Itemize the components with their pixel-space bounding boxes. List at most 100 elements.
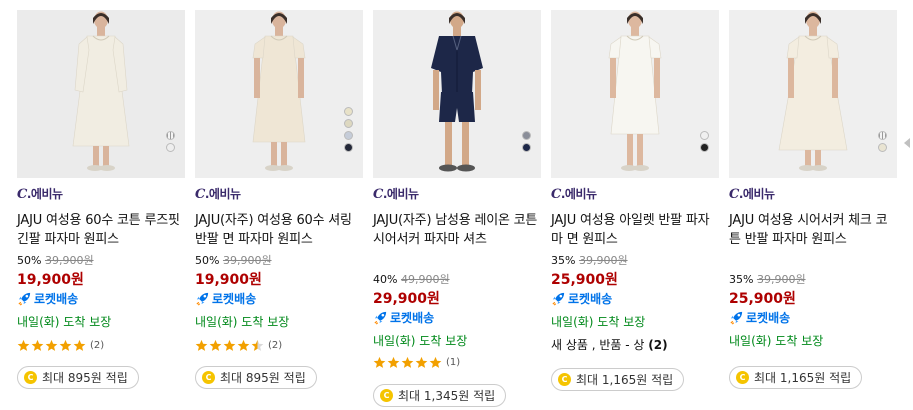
product-title[interactable]: JAJU(자주) 여성용 60수 셔링 반팔 면 파자마 원피스	[195, 211, 363, 249]
brand-logo: C.에비뉴	[729, 187, 775, 202]
discount-rate: 40%	[373, 273, 398, 286]
product-title[interactable]: JAJU 여성용 60수 코튼 루즈핏 긴팔 파자마 원피스	[17, 211, 185, 249]
rocket-icon	[729, 310, 744, 325]
discount-rate: 35%	[729, 273, 754, 286]
review-count: (1)	[446, 357, 461, 368]
carousel-prev-arrow-icon[interactable]	[904, 138, 910, 148]
color-swatch[interactable]	[522, 131, 531, 140]
product-photo	[778, 11, 848, 171]
star-icon	[237, 339, 250, 351]
product-card[interactable]: C.에비뉴 JAJU(자주) 여성용 60수 셔링 반팔 면 파자마 원피스 5…	[195, 0, 365, 410]
product-card[interactable]: C.에비뉴 JAJU(자주) 남성용 레이온 코튼 시어서커 파자마 셔츠 40…	[373, 0, 543, 410]
rocket-delivery-badge: 로켓배송	[551, 290, 612, 307]
sale-price: 19,900원	[17, 272, 84, 288]
color-swatch[interactable]	[700, 143, 709, 152]
rocket-icon	[195, 291, 210, 306]
color-swatch[interactable]	[878, 143, 887, 152]
discount-rate: 35%	[551, 254, 576, 267]
rocket-delivery-badge: 로켓배송	[373, 309, 434, 326]
star-icon	[195, 339, 208, 351]
sale-price: 25,900원	[551, 272, 618, 288]
coin-icon: C	[24, 371, 37, 384]
reward-badge: C 최대 895원 적립	[17, 366, 139, 389]
product-image[interactable]	[373, 10, 541, 178]
color-swatch[interactable]	[166, 131, 175, 140]
original-price: 39,900원	[578, 254, 628, 267]
coin-icon: C	[380, 389, 393, 402]
star-icon	[373, 356, 386, 368]
coin-icon: C	[558, 373, 571, 386]
product-grid: C.에비뉴 JAJU 여성용 60수 코튼 루즈핏 긴팔 파자마 원피스 50%…	[0, 0, 913, 410]
product-photo	[72, 11, 130, 171]
sale-price: 19,900원	[195, 272, 262, 288]
reward-badge: C 최대 1,165원 적립	[729, 366, 863, 389]
color-swatch[interactable]	[522, 143, 531, 152]
discount-line: 40% 49,900원	[373, 271, 450, 287]
discount-rate: 50%	[195, 254, 220, 267]
star-icon	[251, 339, 264, 351]
star-icon	[223, 339, 236, 351]
brand-logo: C.에비뉴	[17, 187, 63, 202]
rocket-icon	[373, 310, 388, 325]
color-swatch[interactable]	[344, 143, 353, 152]
star-icon	[45, 339, 58, 351]
original-price: 39,900원	[222, 254, 272, 267]
color-swatches[interactable]	[344, 107, 353, 152]
rocket-delivery-badge: 로켓배송	[195, 290, 256, 307]
product-title[interactable]: JAJU 여성용 아일렛 반팔 파자마 면 원피스	[551, 211, 719, 249]
rocket-delivery-badge: 로켓배송	[729, 309, 790, 326]
brand-logo: C.에비뉴	[373, 187, 419, 202]
star-icon	[387, 356, 400, 368]
star-icon	[429, 356, 442, 368]
discount-line: 35% 39,900원	[729, 271, 806, 287]
arrival-guarantee: 내일(화) 도착 보장	[373, 334, 468, 348]
color-swatch[interactable]	[700, 131, 709, 140]
product-photo	[608, 11, 662, 171]
original-price: 39,900원	[756, 273, 806, 286]
review-count: (2)	[268, 340, 283, 351]
rocket-delivery-badge: 로켓배송	[17, 290, 78, 307]
reward-badge: C 최대 1,345원 적립	[373, 384, 507, 407]
product-image[interactable]	[729, 10, 897, 178]
used-item-info[interactable]: 새 상품 , 반품 - 상 (2)	[551, 336, 668, 353]
product-image[interactable]	[17, 10, 185, 178]
arrival-guarantee: 내일(화) 도착 보장	[729, 334, 824, 348]
brand-logo: C.에비뉴	[551, 187, 597, 202]
product-card[interactable]: C.에비뉴 JAJU 여성용 아일렛 반팔 파자마 면 원피스 35% 39,9…	[551, 0, 721, 410]
star-icon	[17, 339, 30, 351]
color-swatches[interactable]	[878, 131, 887, 152]
discount-line: 50% 39,900원	[17, 252, 94, 268]
arrival-guarantee: 내일(화) 도착 보장	[551, 315, 646, 329]
color-swatch[interactable]	[166, 143, 175, 152]
reward-badge: C 최대 895원 적립	[195, 366, 317, 389]
product-title[interactable]: JAJU 여성용 시어서커 체크 코튼 반팔 파자마 원피스	[729, 211, 897, 249]
product-card[interactable]: C.에비뉴 JAJU 여성용 시어서커 체크 코튼 반팔 파자마 원피스 35%…	[729, 0, 899, 410]
discount-rate: 50%	[17, 254, 42, 267]
coin-icon: C	[736, 371, 749, 384]
review-count: (2)	[90, 340, 105, 351]
arrival-guarantee: 내일(화) 도착 보장	[195, 315, 290, 329]
rating: (2)	[17, 339, 104, 352]
star-icon	[31, 339, 44, 351]
color-swatch[interactable]	[344, 119, 353, 128]
rating: (2)	[195, 339, 282, 352]
product-title[interactable]: JAJU(자주) 남성용 레이온 코튼 시어서커 파자마 셔츠	[373, 211, 541, 249]
product-image[interactable]	[195, 10, 363, 178]
product-photo	[252, 11, 306, 171]
star-icon	[415, 356, 428, 368]
color-swatches[interactable]	[700, 131, 709, 152]
rocket-icon	[17, 291, 32, 306]
product-card[interactable]: C.에비뉴 JAJU 여성용 60수 코튼 루즈핏 긴팔 파자마 원피스 50%…	[17, 0, 187, 410]
arrival-guarantee: 내일(화) 도착 보장	[17, 315, 112, 329]
product-image[interactable]	[551, 10, 719, 178]
coin-icon: C	[202, 371, 215, 384]
rocket-icon	[551, 291, 566, 306]
color-swatches[interactable]	[166, 131, 175, 152]
star-icon	[73, 339, 86, 351]
color-swatch[interactable]	[878, 131, 887, 140]
sale-price: 25,900원	[729, 291, 796, 307]
star-icon	[59, 339, 72, 351]
color-swatch[interactable]	[344, 107, 353, 116]
color-swatches[interactable]	[522, 131, 531, 152]
color-swatch[interactable]	[344, 131, 353, 140]
